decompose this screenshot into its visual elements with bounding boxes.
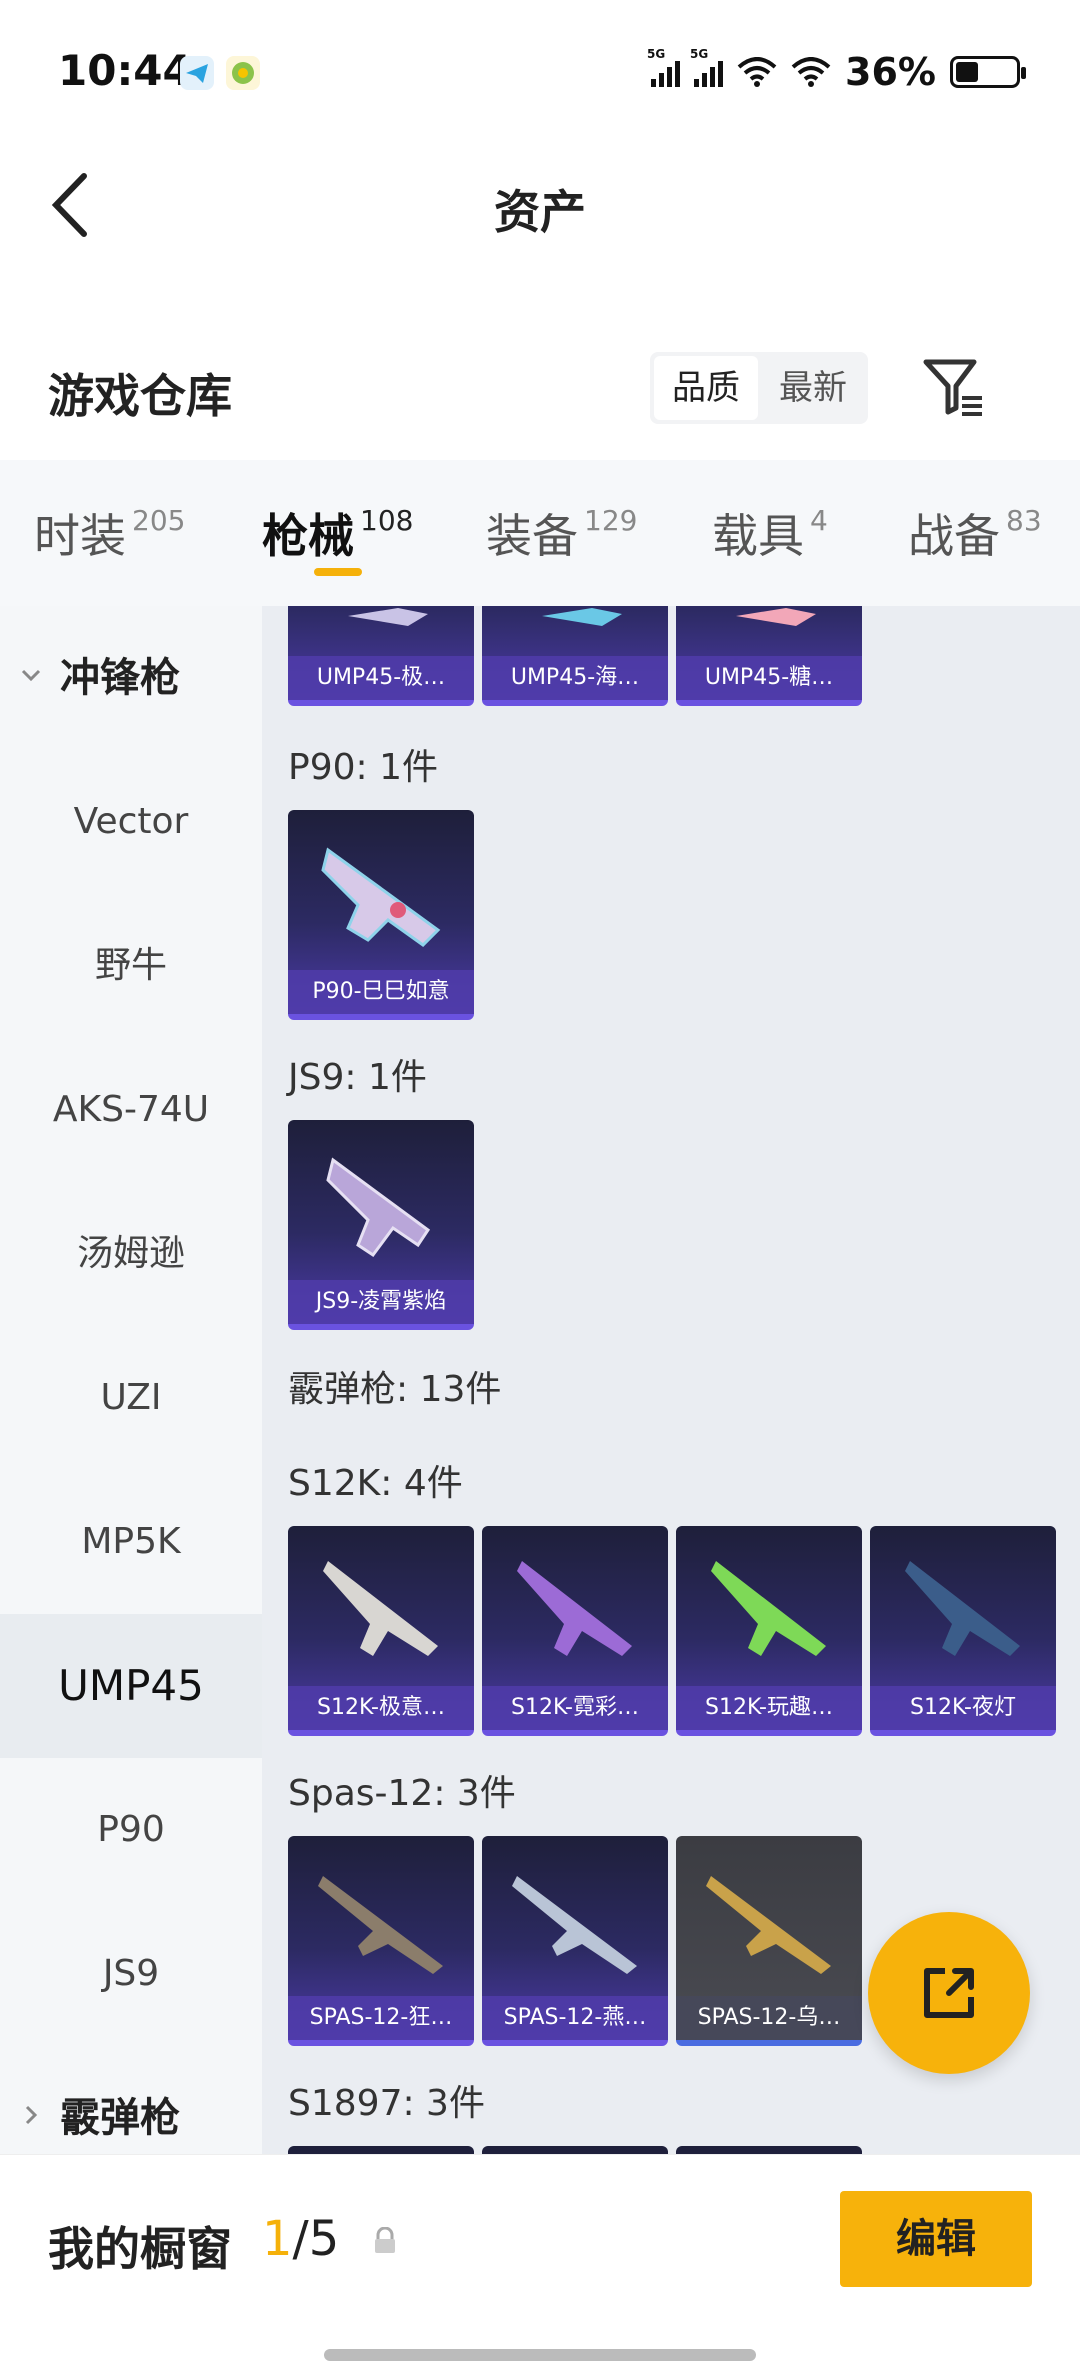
battery-icon	[950, 56, 1026, 88]
weapon-card-p90[interactable]: P90-巳巳如意	[288, 810, 474, 1020]
sidebar-item-mp5k[interactable]: MP5K	[0, 1470, 262, 1614]
sidebar-item-uzi[interactable]: UZI	[0, 1326, 262, 1470]
share-fab-button[interactable]	[868, 1912, 1030, 2074]
weapon-image	[326, 1157, 431, 1258]
home-indicator	[324, 2349, 756, 2361]
group-title-s12k: S12K: 4件	[288, 1463, 463, 1504]
weapon-image	[706, 1876, 831, 1974]
battery-percent: 36%	[845, 50, 936, 94]
showcase-count: 1/5	[262, 2211, 340, 2267]
telegram-app-icon	[180, 56, 214, 90]
external-link-icon	[924, 1968, 974, 2018]
showcase-title: 我的橱窗	[48, 2222, 232, 2276]
sidebar-item-bizon[interactable]: 野牛	[0, 894, 262, 1038]
tab-supplies[interactable]: 战备 83	[908, 500, 1042, 566]
lock-icon	[375, 2227, 395, 2253]
weapon-card-s12k[interactable]: S12K-玩趣…	[676, 1526, 862, 1736]
weapon-image	[323, 1561, 438, 1656]
group-title-spas12: Spas-12: 3件	[288, 1773, 516, 1814]
edit-button[interactable]: 编辑	[840, 2191, 1032, 2287]
weapon-card[interactable]	[676, 2146, 862, 2154]
status-time: 10:44	[58, 46, 192, 95]
weapon-card-spas12[interactable]: SPAS-12-乌…	[676, 1836, 862, 2046]
chevron-right-icon	[25, 2105, 38, 2125]
weapon-card[interactable]: UMP45-海…	[482, 606, 668, 706]
tab-firearms[interactable]: 枪械 108	[262, 500, 413, 566]
weapon-card-spas12[interactable]: SPAS-12-燕…	[482, 1836, 668, 2046]
wifi-icon-2	[791, 57, 831, 87]
chevron-down-icon	[21, 669, 41, 682]
sidebar-group-shotgun[interactable]: 霰弹枪	[0, 2046, 262, 2154]
status-bar: 10:44 5G 5G 36%	[0, 0, 1080, 140]
sort-latest-button[interactable]: 最新	[762, 356, 864, 420]
filter-icon	[923, 359, 982, 416]
weapon-card[interactable]: UMP45-极…	[288, 606, 474, 706]
weapon-type-sidebar: 冲锋枪 Vector 野牛 AKS-74U 汤姆逊 UZI MP5K UMP45…	[0, 606, 262, 2154]
category-tabs: 时装 205 枪械 108 装备 129 载具 4 战备 83	[0, 460, 1080, 606]
active-tab-indicator	[314, 568, 362, 576]
sort-toggle: 品质 最新	[650, 352, 868, 424]
warehouse-title: 游戏仓库	[48, 369, 232, 423]
weapon-card-s12k[interactable]: S12K-极意…	[288, 1526, 474, 1736]
tab-fashion[interactable]: 时装 205	[34, 500, 185, 566]
weapon-image	[711, 1561, 826, 1656]
warehouse-header: 游戏仓库 品质 最新	[0, 340, 1080, 460]
signal-2-icon: 5G	[690, 47, 724, 87]
weapon-card[interactable]	[288, 2146, 474, 2154]
weapon-card[interactable]	[482, 2146, 668, 2154]
weapon-image	[512, 1876, 637, 1974]
sidebar-item-p90[interactable]: P90	[0, 1758, 262, 1902]
filter-button[interactable]	[920, 354, 986, 420]
weapon-card-s12k[interactable]: S12K-霓彩…	[482, 1526, 668, 1736]
group-title-p90: P90: 1件	[288, 747, 438, 788]
weapon-card[interactable]: UMP45-糖…	[676, 606, 862, 706]
weapon-image	[736, 608, 816, 626]
sidebar-item-vector[interactable]: Vector	[0, 750, 262, 894]
showcase-bar: 我的橱窗 1/5 编辑	[0, 2154, 1080, 2376]
wifi-icon	[737, 57, 777, 87]
sidebar-item-ump45[interactable]: UMP45	[0, 1614, 262, 1758]
sidebar-item-js9[interactable]: JS9	[0, 1902, 262, 2046]
shotgun-section-title: 霰弹枪: 13件	[288, 1369, 502, 1410]
sort-quality-button[interactable]: 品质	[654, 356, 758, 420]
tab-equipment[interactable]: 装备 129	[486, 500, 637, 566]
group-title-s1897: S1897: 3件	[288, 2083, 485, 2124]
tab-vehicles[interactable]: 载具 4	[712, 500, 828, 566]
weapon-image	[321, 847, 441, 947]
weapon-card-s12k[interactable]: S12K-夜灯	[870, 1526, 1056, 1736]
app-notification-icon	[226, 56, 260, 90]
sidebar-item-aks74u[interactable]: AKS-74U	[0, 1038, 262, 1182]
weapon-image	[905, 1561, 1020, 1656]
group-title-js9: JS9: 1件	[288, 1057, 427, 1098]
top-nav-bar: 资产	[0, 140, 1080, 270]
weapon-image	[348, 608, 428, 626]
sidebar-group-smg[interactable]: 冲锋枪	[0, 606, 262, 750]
weapon-image	[318, 1876, 443, 1974]
weapon-image	[542, 608, 622, 626]
signal-1-icon: 5G	[647, 47, 681, 87]
weapon-card-js9[interactable]: JS9-凌霄紫焰	[288, 1120, 474, 1330]
sidebar-item-thompson[interactable]: 汤姆逊	[0, 1182, 262, 1326]
weapon-image	[517, 1561, 632, 1656]
page-title: 资产	[494, 185, 586, 239]
weapon-card-spas12[interactable]: SPAS-12-狂…	[288, 1836, 474, 2046]
